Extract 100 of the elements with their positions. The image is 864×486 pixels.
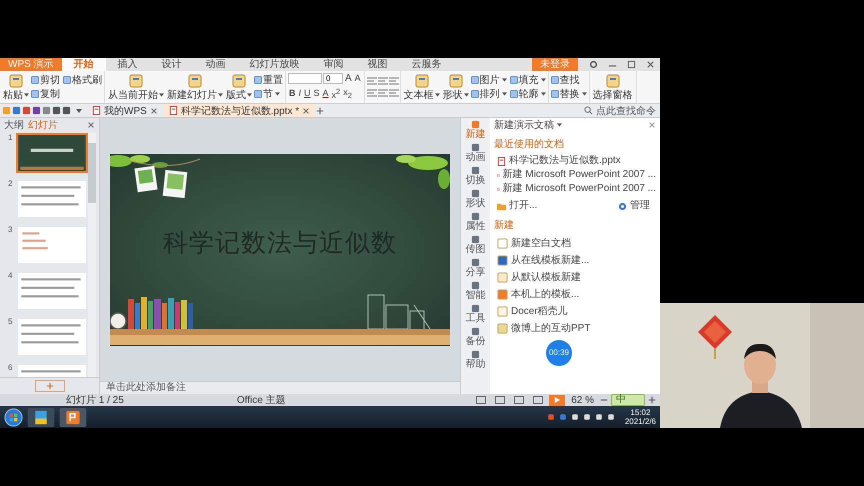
clock-time: 15:02 — [630, 408, 650, 417]
panel-tab[interactable]: 大纲 — [4, 118, 24, 132]
side-tool-button[interactable]: 帮助 — [466, 350, 486, 370]
manage-link[interactable]: 管理 — [615, 199, 650, 213]
side-tool-button[interactable]: 智能 — [466, 281, 486, 301]
plus-icon[interactable] — [316, 106, 324, 114]
menu-tab[interactable]: 插入 — [106, 58, 150, 71]
caret-icon — [218, 93, 223, 97]
close-icon[interactable] — [302, 106, 310, 114]
ribbon-button[interactable]: 轮廓 — [510, 87, 546, 101]
align-icon[interactable] — [366, 89, 377, 97]
view-icon[interactable] — [476, 396, 486, 404]
slide-thumbnail[interactable] — [16, 225, 88, 265]
ribbon-button[interactable]: 选择窗格 — [592, 74, 634, 100]
new-option-link[interactable]: 从默认模板新建 — [494, 269, 656, 286]
add-slide-button[interactable] — [34, 380, 64, 392]
close-icon[interactable] — [648, 121, 656, 129]
ribbon-button[interactable]: 复制 — [31, 87, 60, 101]
square-icon — [471, 143, 480, 152]
ribbon-button[interactable]: 填充 — [510, 73, 546, 87]
side-tool-button[interactable]: 属性 — [466, 212, 486, 232]
app-icon[interactable] — [59, 408, 87, 426]
ribbon-button[interactable]: 重置 — [254, 73, 283, 87]
ribbon-button[interactable]: 从当前开始 — [107, 74, 165, 100]
ribbon-button[interactable]: 节 — [254, 87, 283, 101]
command-search-link[interactable]: 点此查找命令 — [596, 104, 656, 118]
ribbon-button[interactable]: 排列 — [470, 87, 507, 101]
format-button[interactable]: S — [312, 88, 321, 99]
slide-thumbnail[interactable] — [16, 317, 88, 357]
ribbon-button[interactable]: 粘贴 — [2, 74, 30, 100]
scrollbar-thumb[interactable] — [88, 143, 96, 203]
new-option-link[interactable]: Docer稻壳儿 — [494, 303, 656, 320]
open-link[interactable]: 打开... — [494, 199, 538, 213]
menu-tab[interactable]: 幻灯片放映 — [238, 58, 312, 71]
side-tool-button[interactable]: 分享 — [466, 258, 486, 278]
pane-title[interactable]: 新建演示文稿 — [494, 118, 554, 132]
close-icon[interactable] — [646, 60, 655, 69]
caret-icon[interactable] — [557, 123, 562, 127]
font-size-button[interactable]: A — [344, 73, 353, 84]
menu-tab[interactable]: 动画 — [194, 58, 238, 71]
font-size-field[interactable]: 0 — [323, 73, 343, 84]
plus-icon[interactable] — [648, 396, 656, 404]
new-option-link[interactable]: 从在线模板新建... — [494, 252, 656, 269]
recent-file-link[interactable]: 新建 Microsoft PowerPoint 2007 ... — [494, 182, 656, 196]
align-icon[interactable] — [378, 89, 388, 97]
new-option-link[interactable]: 微博上的互动PPT — [494, 320, 656, 337]
ribbon-button[interactable]: 替换 — [550, 87, 587, 101]
menu-tab[interactable]: 视图 — [356, 58, 400, 71]
ribbon-button[interactable]: 查找 — [550, 73, 587, 87]
slide-thumbnail[interactable] — [16, 133, 88, 173]
align-icon[interactable] — [378, 77, 388, 85]
side-tool-button[interactable]: 动画 — [466, 143, 486, 163]
ribbon-button[interactable]: 文本框 — [402, 74, 441, 100]
slide-thumbnail[interactable] — [16, 179, 88, 219]
notes-placeholder[interactable]: 单击此处添加备注 — [100, 381, 460, 394]
side-tool-button[interactable]: 传图 — [466, 235, 486, 255]
menu-tab[interactable]: 云服务 — [400, 58, 454, 71]
play-button[interactable] — [549, 394, 566, 406]
app-icon[interactable] — [27, 408, 55, 426]
side-tool-button[interactable]: 工具 — [466, 304, 486, 324]
slide-thumbnail[interactable] — [16, 271, 88, 311]
font-name-field[interactable] — [288, 73, 322, 84]
square-icon — [471, 235, 480, 244]
recent-file-link[interactable]: 科学记数法与近似数.pptx — [494, 154, 656, 168]
format-button[interactable]: x$^{2}$ — [330, 86, 342, 101]
align-icon[interactable] — [388, 89, 399, 97]
ribbon-button[interactable]: 新建幻灯片 — [166, 74, 224, 100]
recent-file-link[interactable]: 新建 Microsoft PowerPoint 2007 ... — [494, 168, 656, 182]
settings-icon[interactable] — [589, 60, 598, 69]
document-tab[interactable]: 我的WPS — [87, 104, 163, 117]
document-tab[interactable]: 科学记数法与近似数.pptx * — [164, 104, 316, 117]
ribbon-button[interactable]: 版式 — [225, 74, 253, 100]
side-tool-button[interactable]: 切换 — [466, 166, 486, 186]
ribbon-button[interactable]: 格式刷 — [63, 73, 102, 87]
align-icon[interactable] — [366, 77, 377, 85]
caret-icon[interactable] — [76, 108, 82, 112]
close-icon[interactable] — [150, 106, 158, 114]
format-button[interactable]: A — [322, 88, 330, 99]
font-size-button[interactable]: A — [354, 73, 362, 84]
side-tool-button[interactable]: 备份 — [466, 327, 486, 347]
format-button[interactable]: x$_{2}$ — [342, 86, 353, 100]
new-option-link[interactable]: 本机上的模板... — [494, 286, 656, 303]
format-button[interactable]: B — [288, 88, 296, 99]
side-tool-button[interactable]: 形状 — [466, 189, 486, 209]
view-icon[interactable] — [514, 396, 524, 404]
ribbon-button[interactable]: 形状 — [442, 74, 470, 100]
new-option-link[interactable]: 新建空白文档 — [494, 235, 656, 252]
ribbon-button[interactable]: 剪切 — [31, 73, 60, 87]
menu-tab[interactable]: 审阅 — [312, 58, 356, 71]
ime-toolbar[interactable]: 中 — [611, 394, 645, 406]
ribbon-button[interactable]: 图片 — [470, 73, 507, 87]
menu-tab[interactable]: 设计 — [150, 58, 194, 71]
view-icon[interactable] — [533, 396, 544, 404]
maximize-icon[interactable] — [627, 60, 636, 69]
align-icon[interactable] — [388, 77, 399, 85]
format-button[interactable]: I — [298, 88, 302, 99]
format-button[interactable]: U — [303, 88, 312, 99]
start-button[interactable] — [4, 408, 23, 426]
view-icon[interactable] — [495, 396, 506, 404]
close-icon[interactable] — [87, 120, 95, 128]
